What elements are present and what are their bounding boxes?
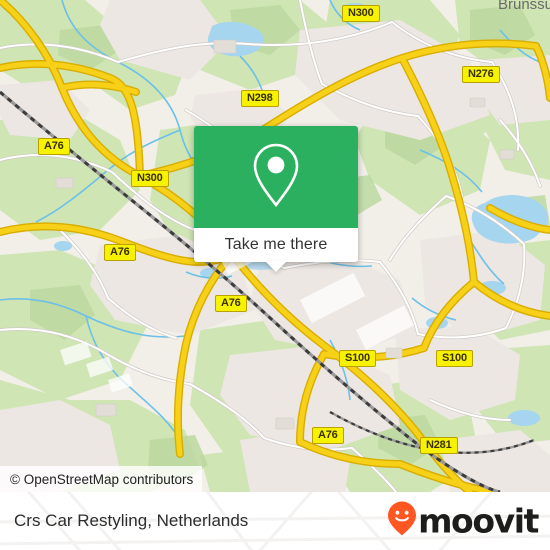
road-shield-a76-center[interactable]: A76 bbox=[215, 295, 247, 312]
card-pointer-tail bbox=[265, 261, 287, 272]
take-me-there-button[interactable]: Take me there bbox=[194, 228, 358, 272]
map-viewport[interactable]: Brunssum N300 N276 N298 A76 N300 A76 A76… bbox=[0, 0, 550, 492]
road-shield-a76-south[interactable]: A76 bbox=[312, 427, 344, 444]
page-title: Crs Car Restyling, Netherlands bbox=[14, 511, 249, 530]
map-pin-icon bbox=[248, 141, 304, 214]
road-shield-n300-west[interactable]: N300 bbox=[131, 170, 169, 187]
road-shield-s100-left[interactable]: S100 bbox=[339, 350, 376, 367]
card-pin-area bbox=[194, 126, 358, 228]
road-shield-n281[interactable]: N281 bbox=[420, 437, 458, 454]
take-me-there-label: Take me there bbox=[224, 236, 328, 253]
moovit-smiley-pin-icon bbox=[387, 501, 417, 542]
footer-bar: Crs Car Restyling, Netherlands moovit bbox=[0, 492, 550, 550]
road-shield-n298[interactable]: N298 bbox=[241, 90, 279, 107]
attribution-text: © OpenStreetMap contributors bbox=[10, 471, 194, 487]
map-attribution[interactable]: © OpenStreetMap contributors bbox=[0, 466, 203, 492]
road-shield-n276[interactable]: N276 bbox=[462, 66, 500, 83]
take-me-there-card[interactable]: Take me there bbox=[194, 126, 358, 272]
road-shield-a76-northwest[interactable]: A76 bbox=[38, 138, 70, 155]
road-shield-s100-right[interactable]: S100 bbox=[436, 350, 473, 367]
moovit-logo[interactable]: moovit bbox=[387, 501, 539, 542]
map-screenshot-root: Brunssum N300 N276 N298 A76 N300 A76 A76… bbox=[0, 0, 550, 550]
road-shield-a76-west[interactable]: A76 bbox=[104, 244, 136, 261]
place-label-brunssum: Brunssum bbox=[498, 0, 550, 13]
road-shield-n300-north[interactable]: N300 bbox=[342, 5, 380, 22]
moovit-wordmark: moovit bbox=[418, 501, 539, 541]
